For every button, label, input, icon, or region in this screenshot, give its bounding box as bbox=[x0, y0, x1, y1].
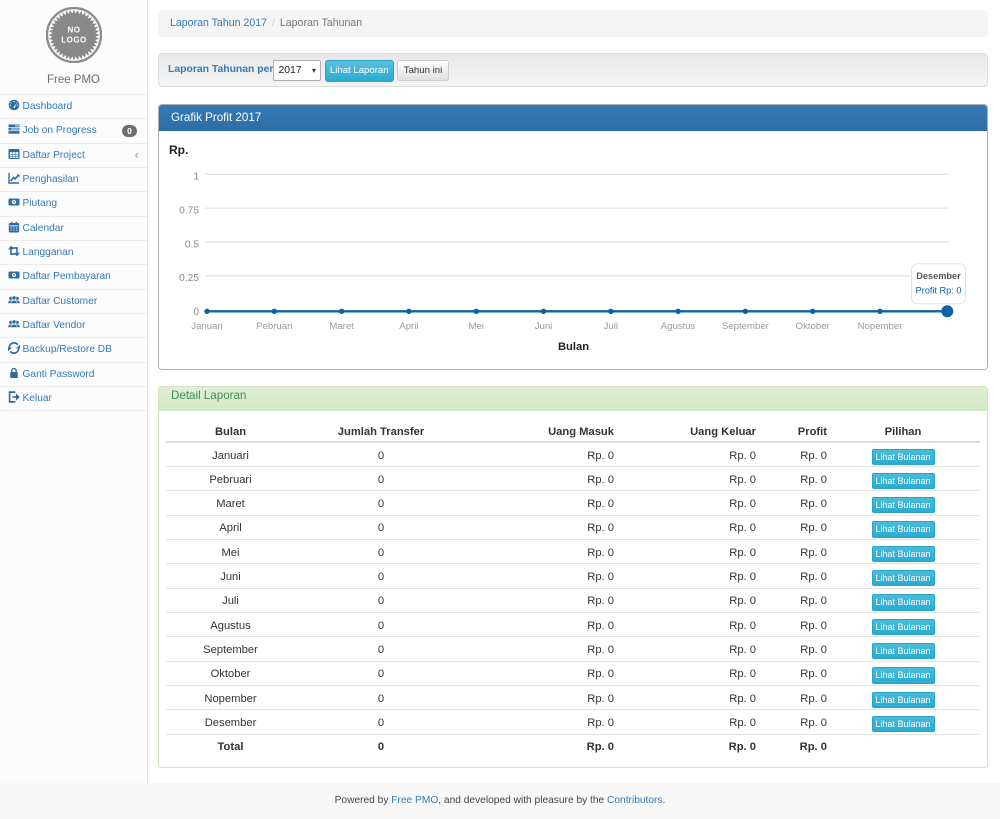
svg-text:April: April bbox=[399, 321, 418, 332]
svg-text:Profit Rp: 0: Profit Rp: 0 bbox=[916, 286, 962, 296]
svg-text:September: September bbox=[722, 321, 770, 332]
svg-text:1: 1 bbox=[193, 172, 199, 183]
svg-text:Desember: Desember bbox=[916, 271, 961, 281]
svg-text:Januari: Januari bbox=[191, 321, 222, 332]
svg-text:NO: NO bbox=[67, 26, 80, 35]
svg-text:0.5: 0.5 bbox=[185, 239, 199, 250]
svg-text:Rp.: Rp. bbox=[169, 143, 188, 157]
svg-text:LOGO: LOGO bbox=[61, 36, 87, 45]
svg-text:Oktober: Oktober bbox=[796, 321, 831, 332]
svg-text:Juni: Juni bbox=[535, 321, 553, 332]
svg-text:Pebruari: Pebruari bbox=[256, 321, 292, 332]
svg-text:Bulan: Bulan bbox=[558, 341, 589, 353]
svg-text:Nopember: Nopember bbox=[858, 321, 904, 332]
svg-text:0.25: 0.25 bbox=[179, 273, 199, 284]
svg-text:Juli: Juli bbox=[604, 321, 618, 332]
svg-text:0: 0 bbox=[193, 307, 199, 318]
svg-text:Mei: Mei bbox=[468, 321, 483, 332]
svg-text:0.75: 0.75 bbox=[179, 205, 199, 216]
svg-text:Agustus: Agustus bbox=[661, 321, 696, 332]
svg-text:Maret: Maret bbox=[329, 321, 354, 332]
